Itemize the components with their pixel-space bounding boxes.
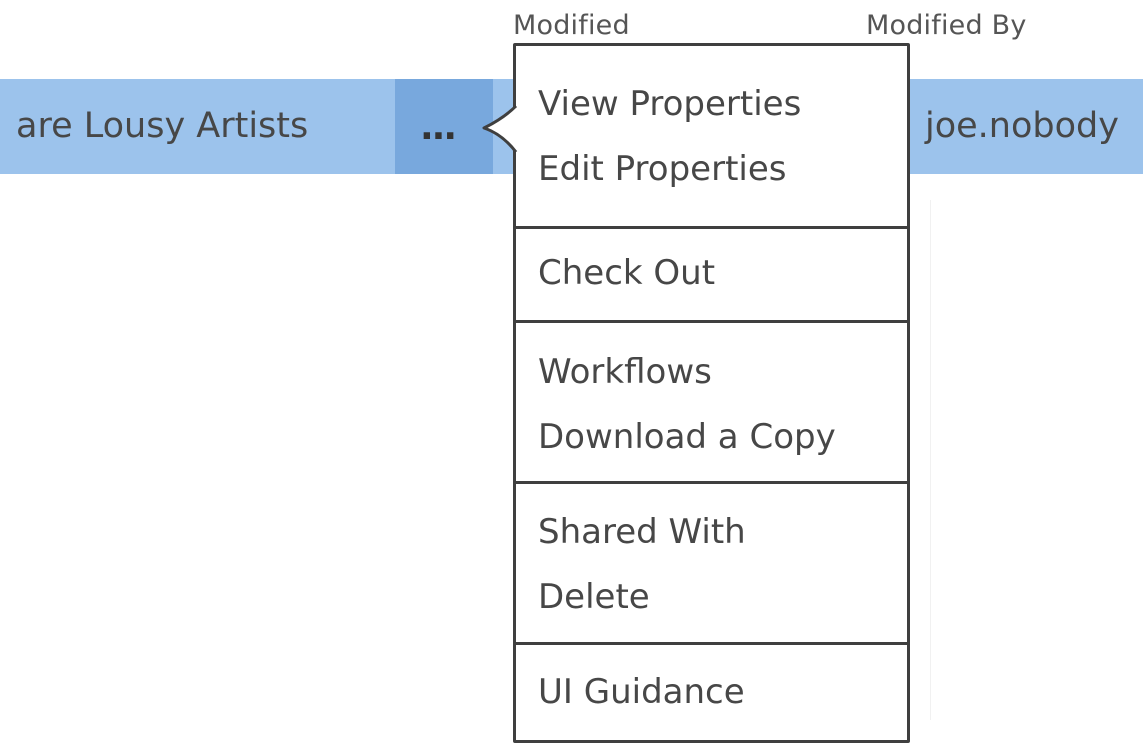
ellipsis-icon: ... — [420, 107, 457, 148]
menu-section-workflows: Workflows Download a Copy — [516, 323, 907, 484]
menu-item-workflows[interactable]: Workflows — [538, 352, 712, 392]
column-divider — [930, 200, 931, 720]
menu-item-download-a-copy[interactable]: Download a Copy — [538, 417, 836, 457]
callout-pointer-icon — [482, 104, 518, 153]
context-menu: View Properties Edit Properties Check Ou… — [513, 43, 910, 743]
column-header-modified[interactable]: Modified — [513, 10, 630, 41]
more-actions-button[interactable]: ... — [395, 79, 493, 174]
document-name[interactable]: are Lousy Artists — [16, 79, 308, 174]
menu-item-ui-guidance[interactable]: UI Guidance — [538, 672, 745, 712]
modified-by-value: joe.nobody — [925, 106, 1119, 146]
menu-item-delete[interactable]: Delete — [538, 577, 650, 617]
menu-item-edit-properties[interactable]: Edit Properties — [538, 149, 786, 189]
menu-section-sharing: Shared With Delete — [516, 484, 907, 645]
column-header-modified-by[interactable]: Modified By — [866, 10, 1027, 41]
menu-item-check-out[interactable]: Check Out — [538, 253, 715, 293]
menu-item-shared-with[interactable]: Shared With — [538, 512, 746, 552]
menu-item-view-properties[interactable]: View Properties — [538, 84, 801, 124]
menu-section-guidance: UI Guidance — [516, 645, 907, 743]
menu-section-checkout: Check Out — [516, 229, 907, 323]
menu-section-properties: View Properties Edit Properties — [516, 46, 907, 229]
